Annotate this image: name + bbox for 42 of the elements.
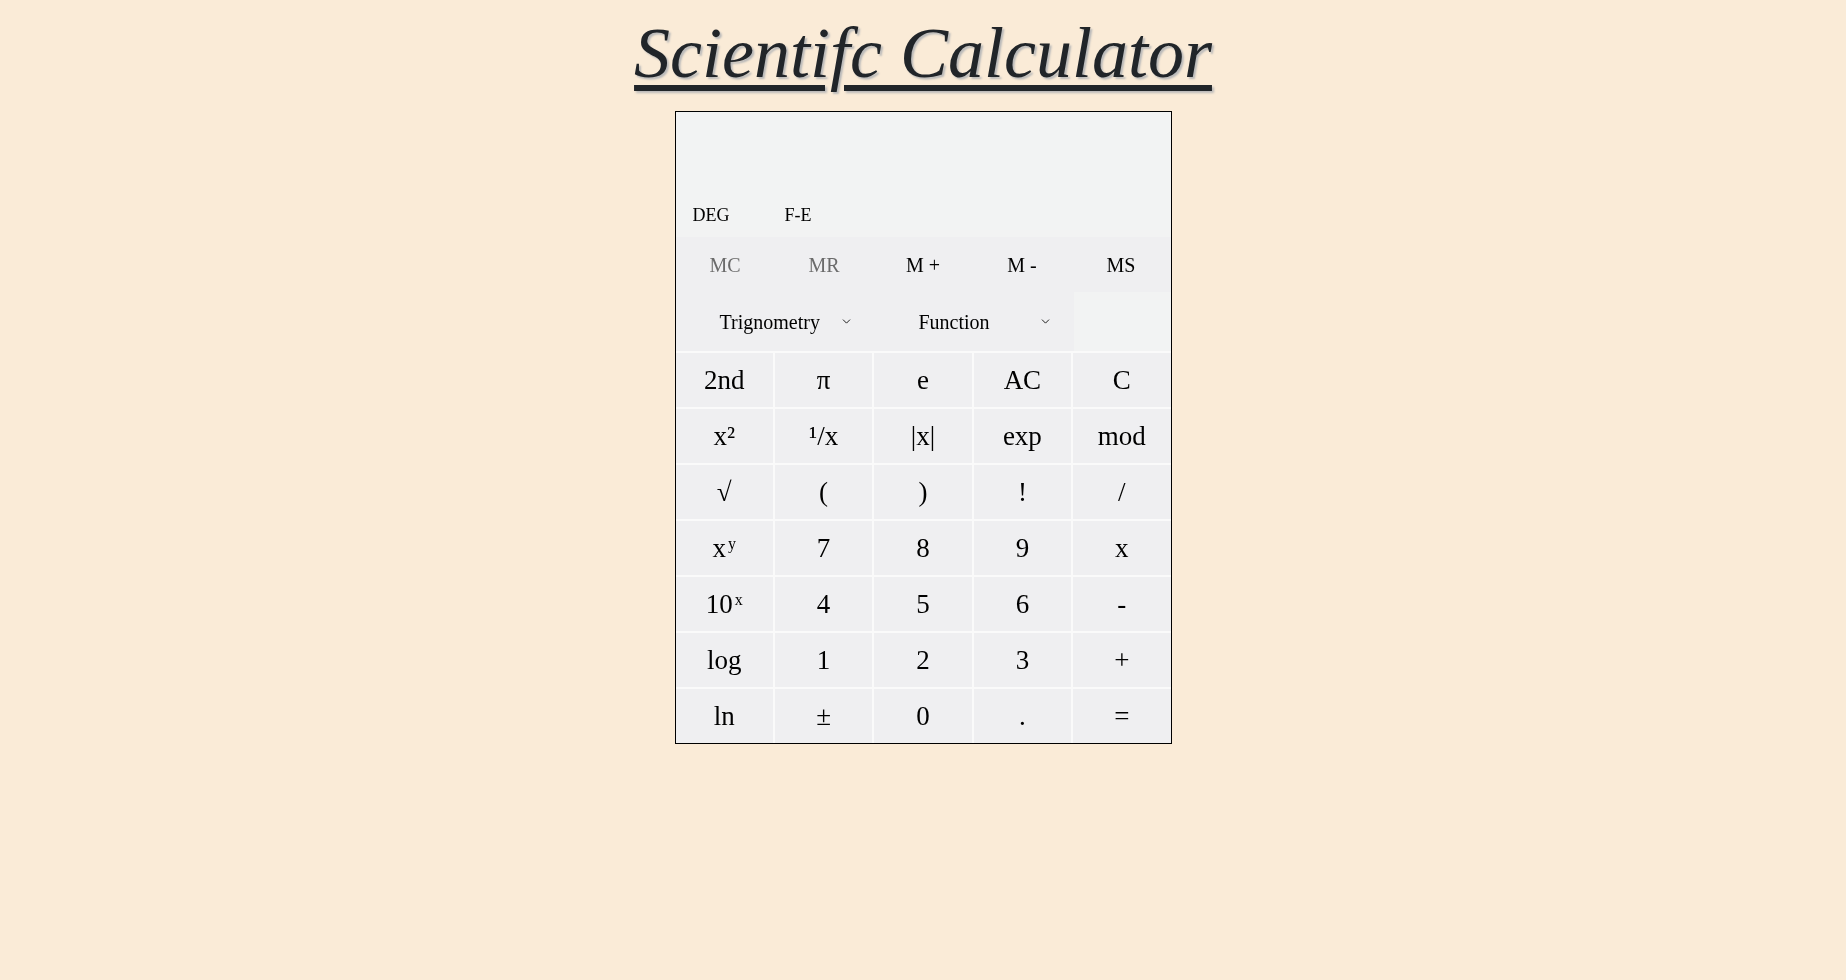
key-button[interactable]: 2nd (675, 353, 773, 407)
key-button[interactable]: AC (973, 353, 1072, 407)
key-button[interactable]: e (874, 353, 972, 407)
key-button[interactable]: + (1073, 633, 1171, 687)
key-button[interactable]: √ (675, 465, 773, 519)
key-button[interactable]: ± (774, 689, 873, 743)
key-button[interactable]: π (774, 353, 873, 407)
key-button[interactable]: 5 (874, 577, 972, 631)
key-button[interactable]: 7 (774, 521, 873, 575)
key-button[interactable]: ln (675, 689, 773, 743)
key-button[interactable]: C (1073, 353, 1171, 407)
key-button[interactable]: log (675, 633, 773, 687)
key-button[interactable]: ¹/x (774, 409, 873, 463)
mode-button[interactable]: F-E (784, 206, 812, 224)
key-button[interactable]: 1 (774, 633, 873, 687)
key-button[interactable]: 4 (774, 577, 873, 631)
mode-button[interactable]: DEG (692, 206, 730, 224)
memory-button[interactable]: M - (972, 237, 1072, 292)
key-button[interactable]: ) (874, 465, 972, 519)
key-button[interactable]: 2 (874, 633, 972, 687)
key-button[interactable]: = (1073, 689, 1171, 743)
key-button[interactable]: - (1073, 577, 1171, 631)
key-button[interactable]: 9 (973, 521, 1072, 575)
key-button[interactable]: ( (774, 465, 873, 519)
key-button[interactable]: 3 (973, 633, 1072, 687)
key-button[interactable]: mod (1073, 409, 1171, 463)
memory-button[interactable]: MS (1071, 237, 1171, 292)
key-button[interactable]: ! (973, 465, 1072, 519)
key-button[interactable]: 6 (973, 577, 1072, 631)
key-button[interactable]: x (1073, 521, 1171, 575)
dropdown-button[interactable]: Function (874, 292, 1074, 351)
key-button[interactable]: |x| (874, 409, 972, 463)
key-button[interactable]: 10$^{x}$ (675, 577, 773, 631)
memory-button[interactable]: M + (873, 237, 973, 292)
key-button[interactable]: 8 (874, 521, 972, 575)
key-button[interactable]: 0 (874, 689, 972, 743)
dropdown-button[interactable]: Trignometry (675, 292, 875, 351)
key-button[interactable]: x² (675, 409, 773, 463)
key-button[interactable]: / (1073, 465, 1171, 519)
key-button[interactable]: x$^{y}$ (675, 521, 773, 575)
key-button[interactable]: . (973, 689, 1072, 743)
key-button[interactable]: exp (973, 409, 1072, 463)
